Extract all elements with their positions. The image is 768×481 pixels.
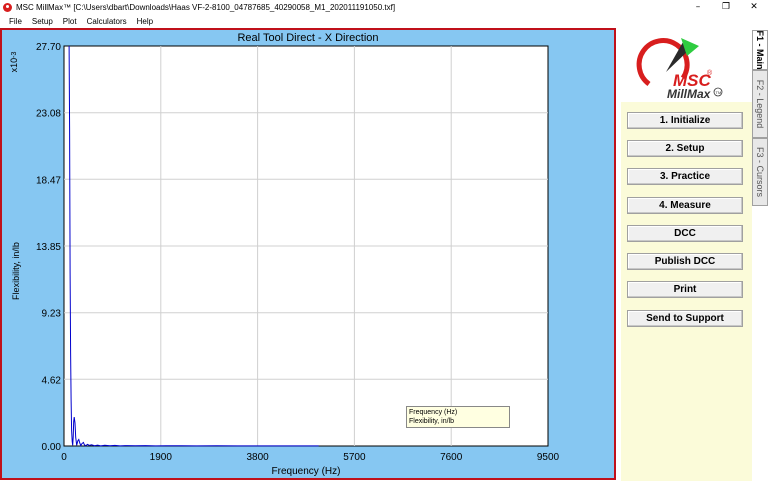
legend-entry-y: Flexibility, in/lb — [409, 418, 454, 425]
x-tick-label: 7600 — [440, 452, 463, 463]
tab-main[interactable]: F1 - Main — [752, 30, 768, 70]
y-tick-label: 4.62 — [42, 375, 62, 386]
x-tick-label: 9500 — [537, 452, 560, 463]
dcc-button[interactable]: DCC — [627, 225, 743, 242]
x-tick-label: 1900 — [150, 452, 173, 463]
y-axis-label: Flexibility, in/lb — [11, 242, 21, 300]
menu-file[interactable]: File — [0, 17, 27, 26]
practice-button[interactable]: 3. Practice — [627, 168, 743, 185]
publish-dcc-button[interactable]: Publish DCC — [627, 253, 743, 270]
menu-plot[interactable]: Plot — [58, 17, 82, 26]
y-tick-label: 0.00 — [42, 442, 62, 453]
app-logo-icon — [3, 2, 12, 12]
y-tick-label: 27.70 — [36, 42, 61, 53]
y-tick-label: 23.08 — [36, 109, 61, 120]
print-button[interactable]: Print — [627, 281, 743, 298]
x-tick-label: 5700 — [343, 452, 366, 463]
tab-cursors-label: F3 - Cursors — [755, 146, 765, 198]
y-tick-label: 13.85 — [36, 242, 61, 253]
y-tick-label: 18.47 — [36, 175, 61, 186]
menu-help[interactable]: Help — [132, 17, 158, 26]
side-tabs: F1 - Main F2 - Legend F3 - Cursors — [752, 28, 768, 481]
logo-area: MSC ® MillMax TM — [621, 28, 752, 102]
y-axis-exponent: x10 -3 — [2, 50, 26, 74]
y-tick-label: 9.23 — [42, 309, 62, 320]
legend-tooltip: Frequency (Hz) Flexibility, in/lb — [406, 406, 510, 428]
title-bar: MSC MillMax™ [C:\Users\dbart\Downloads\H… — [0, 0, 768, 14]
tab-legend[interactable]: F2 - Legend — [752, 70, 768, 138]
window-title: MSC MillMax™ [C:\Users\dbart\Downloads\H… — [16, 2, 396, 12]
measure-button[interactable]: 4. Measure — [627, 197, 743, 214]
y-exponent-power: -3 — [10, 51, 18, 58]
menu-setup[interactable]: Setup — [27, 17, 58, 26]
logo-registered: ® — [707, 69, 713, 77]
legend-entry-x: Frequency (Hz) — [409, 409, 458, 416]
tab-legend-label: F2 - Legend — [755, 79, 765, 129]
menu-calculators[interactable]: Calculators — [82, 17, 132, 26]
logo-trademark: TM — [716, 90, 722, 95]
close-button[interactable]: ✕ — [740, 0, 768, 14]
x-axis-label: Frequency (Hz) — [271, 466, 341, 477]
menu-bar: File Setup Plot Calculators Help — [0, 14, 768, 28]
flexibility-chart[interactable]: 0 1900 3800 5700 7600 9500 0.00 4.62 9.23 13.85 18… — [2, 30, 614, 478]
maximize-button[interactable]: ❐ — [712, 0, 740, 14]
control-panel: MSC ® MillMax TM 1. Initialize 2. Setup … — [621, 28, 752, 481]
minimize-button[interactable]: – — [684, 0, 712, 14]
tab-cursors[interactable]: F3 - Cursors — [752, 138, 768, 206]
plot-panel[interactable]: Real Tool Direct - X Direction 0 1900 3800… — [0, 28, 616, 480]
initialize-button[interactable]: 1. Initialize — [627, 112, 743, 129]
setup-button[interactable]: 2. Setup — [627, 140, 743, 157]
x-tick-label: 3800 — [246, 452, 269, 463]
x-tick-label: 0 — [61, 452, 67, 463]
window-controls: – ❐ ✕ — [684, 0, 768, 14]
millmax-logo: MSC ® MillMax TM — [636, 38, 723, 101]
y-exponent-base: x10 — [9, 57, 19, 73]
tab-main-label: F1 - Main — [755, 30, 765, 70]
logo-product: MillMax — [667, 87, 712, 101]
send-to-support-button[interactable]: Send to Support — [627, 310, 743, 327]
